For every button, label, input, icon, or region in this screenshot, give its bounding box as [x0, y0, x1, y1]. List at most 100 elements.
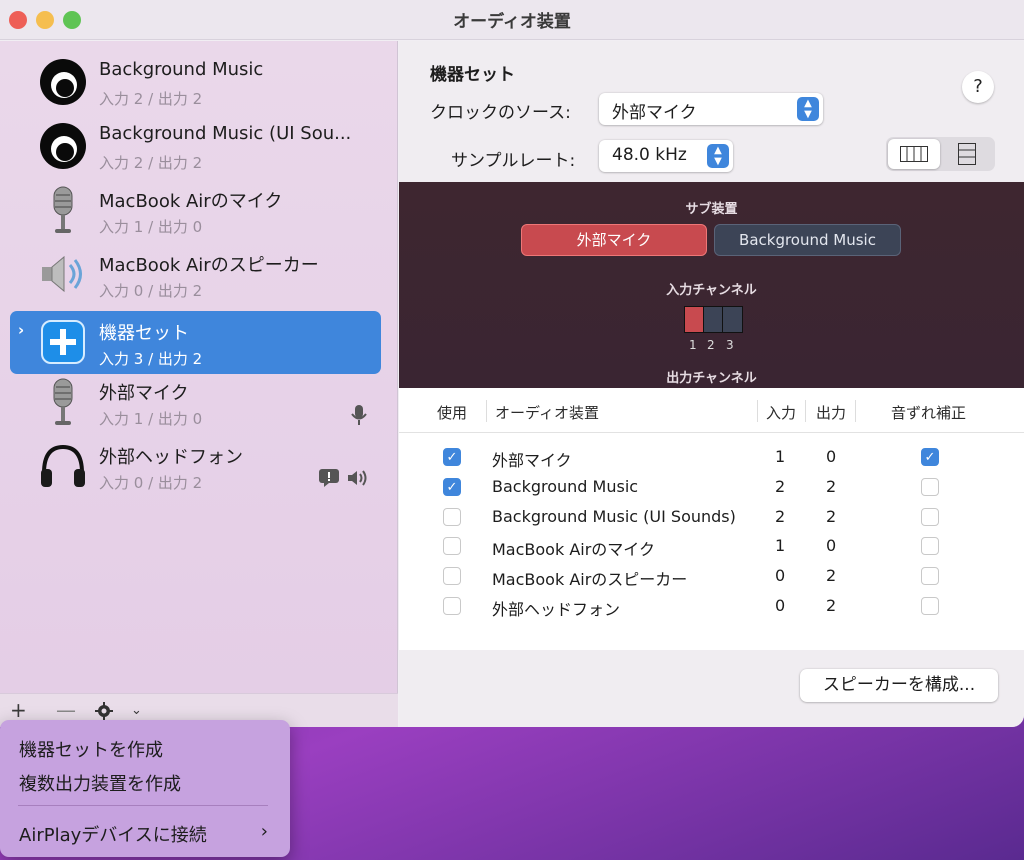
column-divider	[486, 400, 487, 422]
column-header-input[interactable]: 入力	[766, 402, 796, 423]
microphone-icon	[53, 186, 73, 233]
menu-separator	[18, 805, 268, 806]
drift-correction-checkbox[interactable]	[921, 478, 939, 496]
device-item-background-music[interactable]: Background Music 入力 2 / 出力 2	[10, 51, 381, 114]
rows-icon	[958, 143, 976, 165]
channel-map-panel: サブ装置 外部マイク Background Music 入力チャンネル 1 2 …	[399, 182, 1024, 388]
use-checkbox[interactable]: ✓	[443, 448, 461, 466]
use-checkbox[interactable]	[443, 567, 461, 585]
table-row: MacBook Airのマイク 1 0	[399, 533, 1024, 563]
row-input-count: 2	[775, 477, 786, 496]
row-output-count: 0	[826, 536, 837, 555]
table-row: ✓ 外部マイク 1 0 ✓	[399, 444, 1024, 474]
remove-device-button[interactable]: —	[56, 698, 76, 722]
menu-item-create-aggregate[interactable]: 機器セットを作成	[19, 736, 163, 762]
use-checkbox[interactable]	[443, 597, 461, 615]
row-device-name: MacBook Airのスピーカー	[492, 570, 688, 589]
add-device-button[interactable]: +	[10, 698, 27, 722]
column-header-use[interactable]: 使用	[437, 402, 467, 423]
column-header-device[interactable]: オーディオ装置	[495, 402, 599, 423]
background-music-icon	[40, 123, 86, 169]
device-item-macbook-speaker[interactable]: MacBook Airのスピーカー 入力 0 / 出力 2	[10, 243, 381, 306]
device-io: 入力 3 / 出力 2	[99, 350, 203, 368]
row-input-count: 2	[775, 507, 786, 526]
row-input-count: 1	[775, 447, 786, 466]
clock-source-select[interactable]: 外部マイク ▲ ▼	[599, 93, 823, 125]
sample-rate-label: サンプルレート:	[451, 151, 576, 171]
microphone-icon	[53, 378, 73, 425]
horizontal-view-button[interactable]	[888, 139, 940, 169]
column-header-drift[interactable]: 音ずれ補正	[891, 402, 966, 423]
row-output-count: 2	[826, 596, 837, 615]
channel-cell	[685, 307, 704, 332]
channel-cell	[704, 307, 723, 332]
device-io: 入力 0 / 出力 2	[99, 282, 203, 300]
device-name: 外部マイク	[99, 383, 189, 404]
device-io: 入力 0 / 出力 2	[99, 474, 203, 492]
column-divider	[757, 400, 758, 422]
columns-icon	[900, 146, 928, 162]
close-button[interactable]	[9, 10, 27, 29]
window-title: オーディオ装置	[453, 12, 571, 32]
device-name: Background Music (UI Sou...	[99, 123, 352, 144]
column-header-output[interactable]: 出力	[816, 402, 846, 423]
channel-number: 3	[726, 338, 734, 352]
device-io: 入力 1 / 出力 0	[99, 410, 203, 428]
table-row: 外部ヘッドフォン 0 2	[399, 593, 1024, 623]
device-item-aggregate[interactable]: › 機器セット 入力 3 / 出力 2	[10, 311, 381, 374]
row-output-count: 2	[826, 566, 837, 585]
gear-dropdown-menu: 機器セットを作成 複数出力装置を作成 AirPlayデバイスに接続 ›	[0, 720, 290, 857]
use-checkbox[interactable]	[443, 508, 461, 526]
row-output-count: 2	[826, 507, 837, 526]
row-device-name: Background Music (UI Sounds)	[492, 507, 736, 526]
use-checkbox[interactable]: ✓	[443, 478, 461, 496]
menu-item-create-multi-output[interactable]: 複数出力装置を作成	[19, 770, 181, 796]
device-name: MacBook Airのマイク	[99, 191, 283, 212]
use-checkbox[interactable]	[443, 537, 461, 555]
input-channels-label: 入力チャンネル	[666, 283, 757, 298]
device-item-background-music-ui[interactable]: Background Music (UI Sou... 入力 2 / 出力 2	[10, 115, 381, 178]
chevron-down-icon[interactable]: ⌄	[131, 703, 142, 718]
gear-icon[interactable]	[95, 702, 113, 720]
zoom-button[interactable]	[63, 10, 81, 29]
drift-correction-checkbox[interactable]: ✓	[921, 448, 939, 466]
sample-rate-value: 48.0 kHz	[612, 145, 687, 165]
row-device-name: 外部ヘッドフォン	[492, 600, 621, 619]
sub-device-table: 使用 オーディオ装置 入力 出力 音ずれ補正 ✓ 外部マイク 1 0 ✓ ✓ B…	[399, 388, 1024, 650]
drift-correction-checkbox[interactable]	[921, 567, 939, 585]
menu-item-airplay-connect[interactable]: AirPlayデバイスに接続	[19, 821, 207, 847]
column-divider	[805, 400, 806, 422]
row-input-count: 1	[775, 536, 786, 555]
drift-correction-checkbox[interactable]	[921, 508, 939, 526]
device-item-external-mic[interactable]: 外部マイク 入力 1 / 出力 0	[10, 371, 381, 434]
channel-number: 1	[689, 338, 697, 352]
vertical-view-button[interactable]	[941, 139, 993, 169]
output-channels-label: 出力チャンネル	[666, 371, 757, 386]
sub-device-chip-background-music[interactable]: Background Music	[714, 224, 901, 256]
device-item-macbook-mic[interactable]: MacBook Airのマイク 入力 1 / 出力 0	[10, 179, 381, 242]
section-title: 機器セット	[430, 65, 515, 85]
sub-device-chip-external-mic[interactable]: 外部マイク	[521, 224, 707, 256]
clock-source-value: 外部マイク	[612, 103, 697, 123]
channel-number: 2	[707, 338, 715, 352]
minimize-button[interactable]	[36, 10, 54, 29]
sample-rate-select[interactable]: 48.0 kHz ▲ ▼	[599, 140, 733, 172]
audio-midi-window: オーディオ装置 Background Music 入力 2 / 出力 2 Bac…	[0, 0, 1024, 727]
input-channel-strip	[684, 306, 743, 333]
device-name: 機器セット	[99, 323, 189, 344]
device-item-external-headphones[interactable]: 外部ヘッドフォン 入力 0 / 出力 2	[10, 435, 381, 498]
background-music-icon	[40, 59, 86, 105]
updown-chevron-icon: ▲ ▼	[707, 144, 729, 168]
drift-correction-checkbox[interactable]	[921, 597, 939, 615]
header-divider	[399, 432, 1024, 433]
device-name: MacBook Airのスピーカー	[99, 255, 319, 276]
device-detail-panel: 機器セット ? クロックのソース: 外部マイク ▲ ▼ サンプルレート: 48.0…	[399, 41, 1024, 727]
submenu-chevron-icon: ›	[260, 821, 268, 842]
drift-correction-checkbox[interactable]	[921, 537, 939, 555]
aggregate-device-icon	[41, 320, 85, 364]
device-io: 入力 2 / 出力 2	[99, 154, 203, 172]
window-controls	[9, 10, 81, 29]
configure-speakers-button[interactable]: スピーカーを構成...	[800, 669, 998, 702]
help-button[interactable]: ?	[962, 71, 994, 103]
disclosure-chevron-icon[interactable]: ›	[18, 321, 24, 339]
